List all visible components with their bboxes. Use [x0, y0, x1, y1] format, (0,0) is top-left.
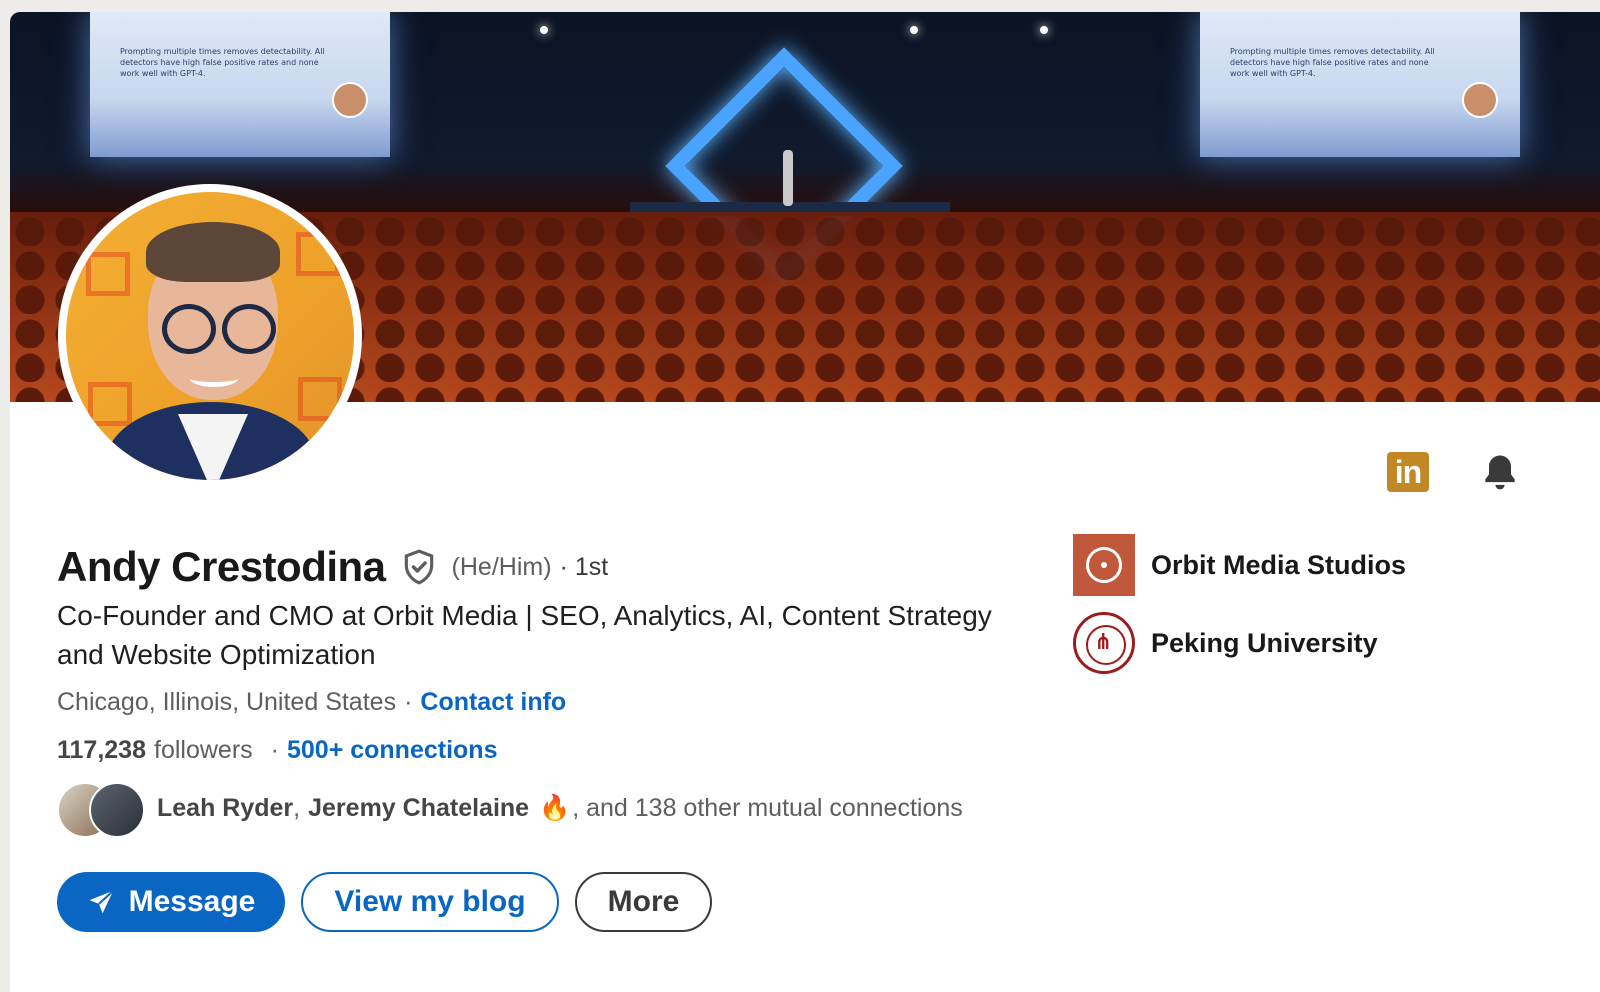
experience-orbit-media[interactable]: Orbit Media Studios: [1073, 534, 1406, 596]
photo-pattern: [88, 382, 132, 426]
profile-avatar[interactable]: [58, 184, 362, 488]
profile-headline: Co-Founder and CMO at Orbit Media | SEO,…: [57, 600, 992, 670]
separator: ·: [270, 736, 279, 764]
paper-plane-icon: [89, 890, 114, 914]
photo-pattern: [86, 252, 130, 296]
profile-name-row: Andy Crestodina (He/Him) · 1st: [57, 542, 608, 592]
banner-screen-quote-right: Prompting multiple times removes detecta…: [1230, 47, 1435, 78]
photo-glasses: [222, 304, 276, 354]
followers-row: 117,238 followers · 500+ connections: [57, 736, 497, 765]
mutual-comma: ,: [293, 793, 301, 822]
mutual-name-2: Jeremy Chatelaine: [308, 793, 530, 822]
banner-screen-face-right: [1462, 82, 1498, 118]
followers-count: 117,238: [57, 736, 146, 764]
contact-info-link[interactable]: Contact info: [420, 688, 566, 717]
education-peking-university[interactable]: ⋔ Peking University: [1073, 612, 1378, 674]
stage-light: [910, 26, 918, 34]
verified-shield-icon[interactable]: [400, 547, 438, 587]
profile-location: Chicago, Illinois, United States: [57, 688, 397, 716]
mutual-connections[interactable]: Leah Ryder , Jeremy Chatelaine 🔥 , and 1…: [57, 780, 963, 838]
photo-hair: [146, 222, 280, 282]
banner-screen-quote: Prompting multiple times removes detecta…: [120, 47, 325, 78]
photo-pattern: [298, 377, 342, 421]
view-blog-button[interactable]: View my blog: [301, 872, 559, 932]
location-row: Chicago, Illinois, United States · Conta…: [57, 688, 566, 717]
banner-screen-right: Prompting multiple times removes detecta…: [1200, 12, 1520, 157]
linkedin-icon[interactable]: in: [1387, 452, 1429, 492]
stage-light: [1040, 26, 1048, 34]
mutual-avatars: [57, 780, 147, 838]
org-name: Orbit Media Studios: [1151, 549, 1407, 580]
connections-link[interactable]: 500+ connections: [287, 736, 498, 765]
profile-card: Prompting multiple times removes detecta…: [10, 12, 1600, 992]
avatar: [89, 782, 145, 838]
mutual-rest: , and 138 other mutual connections: [572, 793, 963, 822]
org-name: Peking University: [1151, 627, 1378, 658]
profile-name: Andy Crestodina: [57, 543, 386, 590]
peking-university-logo: ⋔: [1073, 612, 1135, 674]
profile-pronouns: (He/Him): [451, 552, 552, 581]
photo-smile: [190, 370, 238, 387]
followers-label: followers: [154, 736, 253, 764]
orbit-media-logo: [1073, 534, 1135, 596]
fire-emoji: 🔥: [539, 793, 571, 822]
photo-pattern: [296, 232, 340, 276]
message-button-label: Message: [128, 885, 256, 918]
banner-screen-left: Prompting multiple times removes detecta…: [90, 12, 390, 157]
banner-screen-face: [332, 82, 368, 118]
logo-dot: [1101, 562, 1107, 568]
more-button[interactable]: More: [575, 872, 712, 932]
connection-degree: · 1st: [559, 552, 609, 581]
mutual-name-1: Leah Ryder: [157, 793, 294, 822]
bell-icon[interactable]: [1478, 450, 1522, 494]
photo-glasses: [162, 304, 216, 354]
separator: ·: [404, 688, 413, 716]
logo-glyph: ⋔: [1094, 629, 1113, 654]
message-button[interactable]: Message: [57, 872, 285, 932]
profile-photo: [66, 192, 354, 480]
stage-speaker: [783, 150, 793, 206]
stage-light: [540, 26, 548, 34]
